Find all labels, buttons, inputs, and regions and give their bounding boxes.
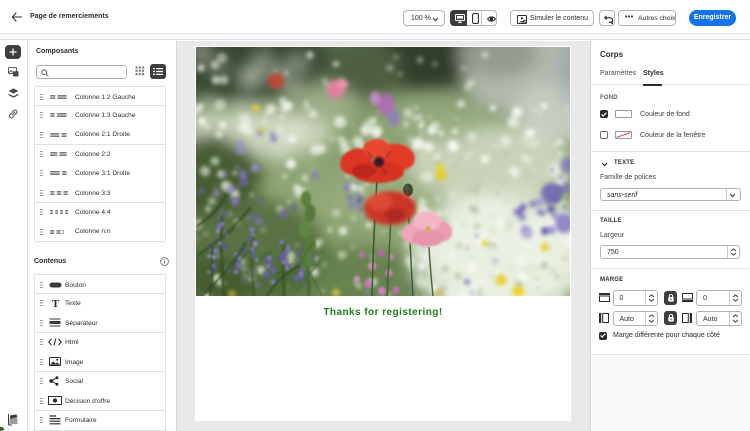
svg-text:T: T — [52, 298, 60, 308]
